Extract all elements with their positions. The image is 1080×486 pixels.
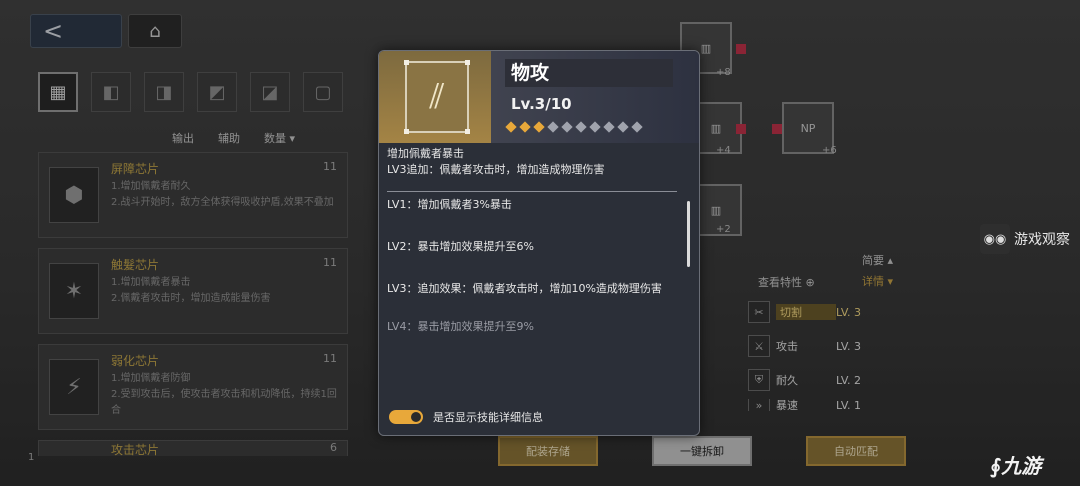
level-diamond-icon xyxy=(617,121,629,133)
level-diamond-icon xyxy=(575,121,587,133)
level-diamond-icon xyxy=(519,121,531,133)
skill-level: Lv.3/10 xyxy=(511,95,572,113)
nine-logo-icon: ∮ xyxy=(990,454,1002,478)
claw-skill-icon: ⫽ xyxy=(404,60,470,134)
skill-name: 物攻 xyxy=(505,59,673,87)
level-effect: LV2：暴击增加效果提升至6% xyxy=(387,240,534,253)
level-diamond-icon xyxy=(505,121,517,133)
skill-detail-popup: ⫽ 物攻 Lv.3/10 增加佩戴者暴击 LV3追加：佩戴者攻击时，增加造成物理… xyxy=(378,50,700,436)
popup-header: ⫽ 物攻 Lv.3/10 xyxy=(379,51,699,143)
nine-game-watermark: ∮九游 xyxy=(990,454,1042,478)
level-diamond-icon xyxy=(561,121,573,133)
show-details-toggle[interactable] xyxy=(389,410,423,424)
site-watermark: ◉◉ 游戏观察 xyxy=(980,224,1070,254)
level-diamond-icon xyxy=(589,121,601,133)
level-diamond-icon xyxy=(631,121,643,133)
corner-dot xyxy=(465,60,470,65)
scrollbar[interactable] xyxy=(687,201,690,267)
skill-summary: 增加佩戴者暴击 LV3追加：佩戴者攻击时，增加造成物理伤害 xyxy=(387,147,605,176)
level-effect: LV3：追加效果：佩戴者攻击时，增加10%造成物理伤害 xyxy=(387,282,662,295)
level-diamond-icon xyxy=(547,121,559,133)
level-effect: LV1：增加佩戴者3%暴击 xyxy=(387,198,512,211)
level-diamond-icon xyxy=(603,121,615,133)
eyes-logo-icon: ◉◉ xyxy=(980,224,1010,254)
level-effects-list: LV1：增加佩戴者3%暴击 LV2：暴击增加效果提升至6% LV3：追加效果：佩… xyxy=(387,197,677,361)
corner-dot xyxy=(404,129,409,134)
detail-toggle-row: 是否显示技能详细信息 xyxy=(389,409,543,425)
divider xyxy=(387,191,677,192)
toggle-label: 是否显示技能详细信息 xyxy=(433,411,543,424)
level-effect: LV4：暴击增加效果提升至9% xyxy=(387,320,534,333)
level-progress xyxy=(505,121,643,133)
corner-dot xyxy=(465,129,470,134)
level-diamond-icon xyxy=(533,121,545,133)
corner-dot xyxy=(404,60,409,65)
